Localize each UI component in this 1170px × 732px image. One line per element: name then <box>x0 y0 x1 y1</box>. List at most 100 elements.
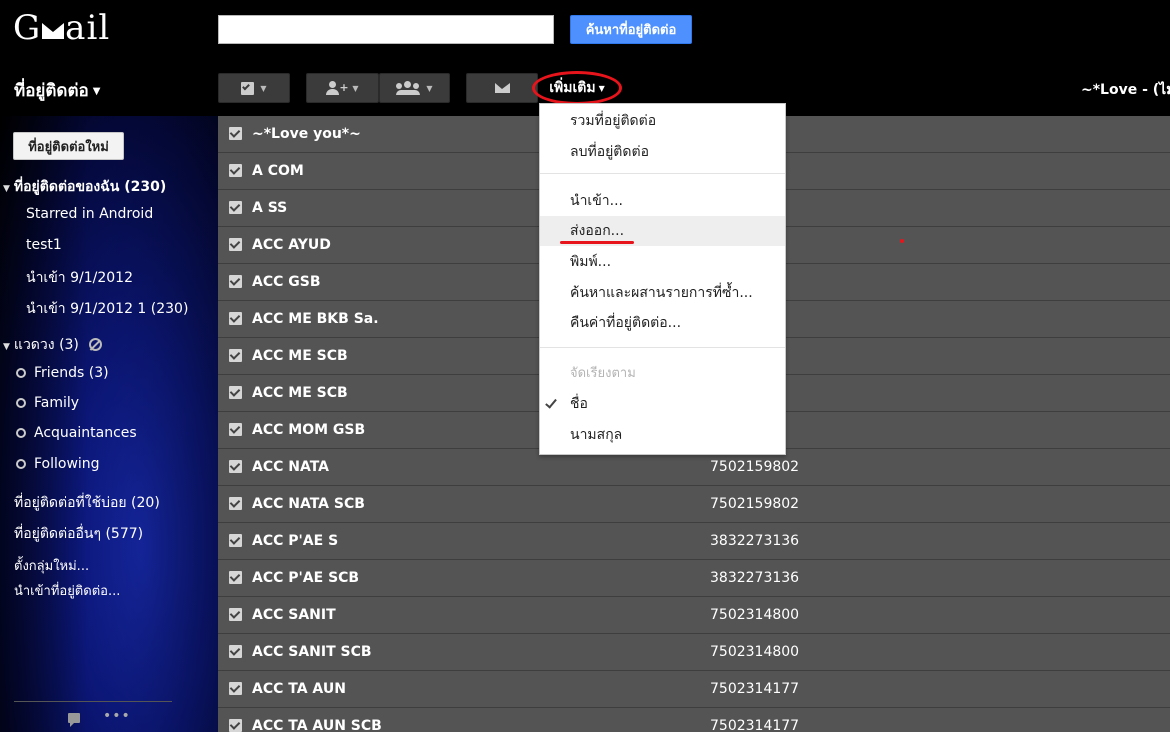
contact-name[interactable]: ACC MOM GSB <box>252 422 365 438</box>
contact-name[interactable]: ACC P'AE S <box>252 533 338 549</box>
caret-down-icon: ▼ <box>92 85 101 97</box>
annotation-ellipse <box>532 71 622 105</box>
import-contacts-link[interactable]: นำเข้าที่อยู่ติดต่อ... <box>14 580 120 601</box>
contact-phone: 7502314177 <box>710 718 800 732</box>
contact-name[interactable]: ACC SANIT <box>252 607 336 623</box>
table-row[interactable]: ACC NATA SCB 7502159802 <box>218 486 1170 523</box>
row-checkbox[interactable] <box>229 127 242 140</box>
row-checkbox[interactable] <box>229 386 242 399</box>
search-input[interactable] <box>218 15 554 44</box>
sidebar-item-circles[interactable]: ▼ แวดวง (3) <box>3 334 103 356</box>
contact-name[interactable]: ACC ME SCB <box>252 348 348 364</box>
row-checkbox[interactable] <box>229 423 242 436</box>
sidebar-item-other[interactable]: ที่อยู่ติดต่ออื่นๆ (577) <box>14 523 143 545</box>
contact-name[interactable]: ACC P'AE SCB <box>252 570 359 586</box>
circles-settings-icon[interactable] <box>89 338 103 351</box>
top-bar: G ail ค้นหาที่อยู่ติดต่อ <box>0 0 1170 60</box>
contact-name[interactable]: ACC SANIT SCB <box>252 644 372 660</box>
contact-name[interactable]: A SS <box>252 200 287 216</box>
table-row[interactable]: ACC TA AUN SCB 7502314177 <box>218 708 1170 732</box>
checkbox-icon <box>241 81 255 95</box>
sidebar-item-group[interactable]: test1 <box>26 237 62 253</box>
menu-item-delete[interactable]: ลบที่อยู่ติดต่อ <box>540 137 785 167</box>
row-checkbox[interactable] <box>229 645 242 658</box>
row-checkbox[interactable] <box>229 201 242 214</box>
more-dropdown-menu: รวมที่อยู่ติดต่อ ลบที่อยู่ติดต่อ นำเข้า.… <box>539 103 786 455</box>
table-row[interactable]: ACC SANIT 7502314800 <box>218 597 1170 634</box>
sidebar-item-label: Acquaintances <box>34 425 137 441</box>
search-contacts-button[interactable]: ค้นหาที่อยู่ติดต่อ <box>570 15 692 44</box>
email-button[interactable] <box>466 73 538 103</box>
contact-name[interactable]: ~*Love you*~ <box>252 126 361 142</box>
new-contact-button[interactable]: ที่อยู่ติดต่อใหม่ <box>13 132 124 160</box>
row-checkbox[interactable] <box>229 608 242 621</box>
contact-phone: 7502314177 <box>710 681 800 697</box>
row-checkbox[interactable] <box>229 238 242 251</box>
row-checkbox[interactable] <box>229 349 242 362</box>
menu-divider <box>540 347 785 348</box>
checkmark-icon <box>545 396 557 409</box>
annotation-dot <box>900 239 904 243</box>
sidebar-item-circle[interactable]: Acquaintances <box>16 425 137 441</box>
caret-down-icon: ▼ <box>3 342 10 352</box>
table-row[interactable]: ACC SANIT SCB 7502314800 <box>218 634 1170 671</box>
contact-name[interactable]: ACC NATA <box>252 459 329 475</box>
row-checkbox[interactable] <box>229 534 242 547</box>
menu-item-import[interactable]: นำเข้า... <box>540 186 785 216</box>
sidebar-item-group[interactable]: นำเข้า 9/1/2012 1 (230) <box>26 298 188 320</box>
menu-item-sort-first-name[interactable]: ชื่อ <box>540 389 785 419</box>
gmail-logo[interactable]: G ail <box>13 8 110 48</box>
sidebar-item-my-contacts[interactable]: ▼ ที่อยู่ติดต่อของฉัน (230) <box>3 176 166 198</box>
sidebar-item-circle[interactable]: Friends (3) <box>16 365 109 381</box>
contact-name[interactable]: ACC GSB <box>252 274 321 290</box>
row-checkbox[interactable] <box>229 571 242 584</box>
row-checkbox[interactable] <box>229 164 242 177</box>
logo-rest: ail <box>65 8 111 48</box>
sidebar-item-circle[interactable]: Family <box>16 395 79 411</box>
sidebar-item-group[interactable]: นำเข้า 9/1/2012 <box>26 267 133 289</box>
table-row[interactable]: ACC P'AE S 3832273136 <box>218 523 1170 560</box>
contact-name[interactable]: ACC TA AUN SCB <box>252 718 382 732</box>
row-checkbox[interactable] <box>229 497 242 510</box>
group-icon <box>396 81 421 95</box>
table-row[interactable]: ACC P'AE SCB 3832273136 <box>218 560 1170 597</box>
row-checkbox[interactable] <box>229 312 242 325</box>
chat-icon[interactable] <box>68 713 80 727</box>
user-name[interactable]: ~*Love - (ไม่มีชื่อ <box>1081 79 1170 101</box>
contact-name[interactable]: A COM <box>252 163 304 179</box>
menu-item-sort-last-name[interactable]: นามสกุล <box>540 420 785 450</box>
contact-name[interactable]: ACC ME BKB Sa. <box>252 311 379 327</box>
sidebar-item-group[interactable]: Starred in Android <box>26 206 153 222</box>
new-group-link[interactable]: ตั้งกลุ่มใหม่... <box>14 555 89 576</box>
circle-icon <box>16 459 26 469</box>
menu-item-restore[interactable]: คืนค่าที่อยู่ติดต่อ... <box>540 308 785 338</box>
contact-name[interactable]: ACC AYUD <box>252 237 331 253</box>
menu-item-label: ชื่อ <box>570 396 588 412</box>
sidebar-item-label: Family <box>34 395 80 411</box>
more-options-icon[interactable]: ••• <box>103 708 131 724</box>
select-checkbox-button[interactable]: ▼ <box>218 73 290 103</box>
add-to-circles-button[interactable]: + ▼ <box>306 73 379 103</box>
contact-phone: 7502314800 <box>710 644 800 660</box>
contact-name[interactable]: ACC TA AUN <box>252 681 346 697</box>
menu-item-find-duplicates[interactable]: ค้นหาและผสานรายการที่ซ้ำ... <box>540 278 785 308</box>
mail-icon <box>494 83 510 93</box>
contact-name[interactable]: ACC ME SCB <box>252 385 348 401</box>
caret-down-icon: ▼ <box>426 83 433 93</box>
table-row[interactable]: ACC TA AUN 7502314177 <box>218 671 1170 708</box>
sidebar-item-label: ที่อยู่ติดต่อของฉัน (230) <box>13 179 167 195</box>
contacts-menu[interactable]: ที่อยู่ติดต่อ ▼ <box>14 77 100 104</box>
menu-item-print[interactable]: พิมพ์... <box>540 247 785 277</box>
menu-item-merge[interactable]: รวมที่อยู่ติดต่อ <box>540 106 785 136</box>
row-checkbox[interactable] <box>229 460 242 473</box>
menu-divider <box>540 173 785 174</box>
sidebar-item-frequent[interactable]: ที่อยู่ติดต่อที่ใช้บ่อย (20) <box>14 492 160 514</box>
row-checkbox[interactable] <box>229 682 242 695</box>
row-checkbox[interactable] <box>229 719 242 732</box>
contact-phone: 3832273136 <box>710 533 800 549</box>
contact-name[interactable]: ACC NATA SCB <box>252 496 365 512</box>
sidebar-item-circle[interactable]: Following <box>16 456 100 472</box>
group-button[interactable]: ▼ <box>379 73 450 103</box>
caret-down-icon: ▼ <box>260 83 267 93</box>
row-checkbox[interactable] <box>229 275 242 288</box>
